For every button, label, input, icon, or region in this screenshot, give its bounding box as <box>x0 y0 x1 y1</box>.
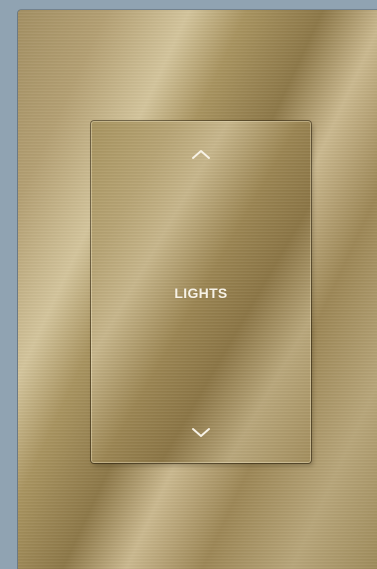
switch-label: LIGHTS <box>174 285 228 301</box>
stage: LIGHTS <box>0 0 377 569</box>
chevron-down-icon[interactable] <box>190 425 212 439</box>
lights-rocker-switch[interactable]: LIGHTS <box>91 121 311 463</box>
chevron-up-icon[interactable] <box>190 147 212 161</box>
